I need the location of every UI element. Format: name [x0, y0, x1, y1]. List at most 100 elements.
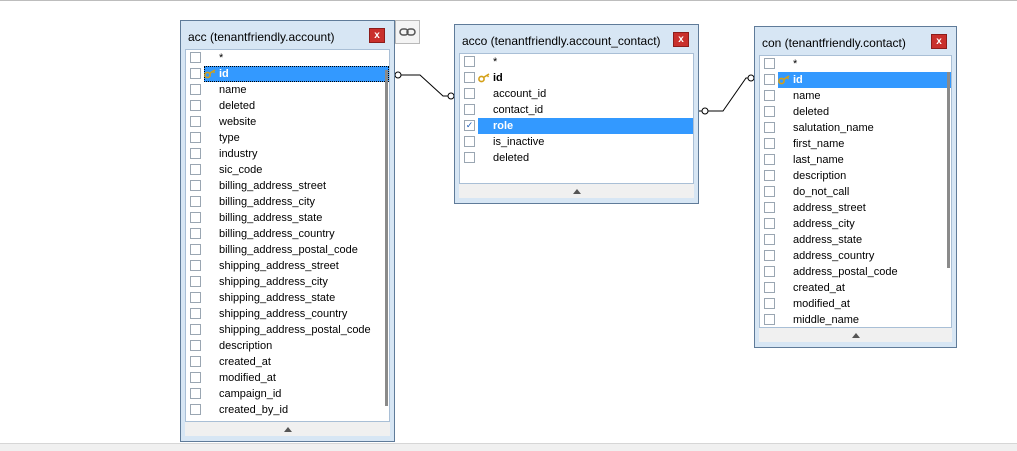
- field-checkbox[interactable]: [190, 276, 201, 287]
- close-button[interactable]: x: [931, 34, 947, 49]
- field-row[interactable]: description: [760, 168, 951, 184]
- field-checkbox[interactable]: [464, 56, 475, 67]
- field-row[interactable]: deleted: [460, 150, 693, 166]
- field-checkbox[interactable]: [764, 74, 775, 85]
- field-checkbox[interactable]: [190, 228, 201, 239]
- field-checkbox[interactable]: [190, 196, 201, 207]
- field-checkbox[interactable]: [764, 218, 775, 229]
- field-checkbox[interactable]: [764, 58, 775, 69]
- field-row[interactable]: shipping_address_state: [186, 290, 389, 306]
- field-checkbox[interactable]: [764, 106, 775, 117]
- field-row[interactable]: website: [186, 114, 389, 130]
- table-header[interactable]: acco (tenantfriendly.account_contact) x: [455, 25, 698, 53]
- scrollbar[interactable]: [383, 50, 389, 421]
- field-checkbox[interactable]: [190, 100, 201, 111]
- field-row[interactable]: name: [760, 88, 951, 104]
- field-row[interactable]: shipping_address_postal_code: [186, 322, 389, 338]
- field-row[interactable]: first_name: [760, 136, 951, 152]
- field-row[interactable]: modified_at: [760, 296, 951, 312]
- field-row[interactable]: description: [186, 338, 389, 354]
- field-row[interactable]: type: [186, 130, 389, 146]
- field-checkbox[interactable]: [464, 152, 475, 163]
- field-list[interactable]: * id account_id contact_id ✓ role is_inactive d…: [459, 53, 694, 184]
- field-row[interactable]: name: [186, 82, 389, 98]
- table-header[interactable]: con (tenantfriendly.contact) x: [755, 27, 956, 55]
- field-row[interactable]: address_state: [760, 232, 951, 248]
- field-checkbox[interactable]: [464, 72, 475, 83]
- field-checkbox[interactable]: [190, 244, 201, 255]
- scrollbar-thumb[interactable]: [947, 72, 950, 268]
- field-checkbox[interactable]: [764, 202, 775, 213]
- field-checkbox[interactable]: [764, 234, 775, 245]
- field-row[interactable]: deleted: [760, 104, 951, 120]
- field-row[interactable]: contact_id: [460, 102, 693, 118]
- field-checkbox[interactable]: [190, 388, 201, 399]
- field-row[interactable]: billing_address_country: [186, 226, 389, 242]
- field-row[interactable]: do_not_call: [760, 184, 951, 200]
- field-row[interactable]: is_inactive: [460, 134, 693, 150]
- field-row[interactable]: *: [186, 50, 389, 66]
- field-checkbox[interactable]: [190, 324, 201, 335]
- close-button[interactable]: x: [369, 28, 385, 43]
- field-row[interactable]: shipping_address_city: [186, 274, 389, 290]
- field-row[interactable]: last_name: [760, 152, 951, 168]
- field-row[interactable]: created_at: [760, 280, 951, 296]
- field-checkbox[interactable]: [190, 308, 201, 319]
- field-checkbox[interactable]: [190, 212, 201, 223]
- field-row[interactable]: billing_address_street: [186, 178, 389, 194]
- field-row[interactable]: industry: [186, 146, 389, 162]
- field-row[interactable]: *: [760, 56, 951, 72]
- scrollbar[interactable]: [945, 56, 951, 327]
- field-checkbox[interactable]: [190, 404, 201, 415]
- field-checkbox[interactable]: [190, 356, 201, 367]
- field-checkbox[interactable]: [764, 298, 775, 309]
- field-checkbox[interactable]: [190, 372, 201, 383]
- field-row[interactable]: id: [460, 70, 693, 86]
- field-checkbox[interactable]: [764, 314, 775, 325]
- field-row[interactable]: ✓ role: [460, 118, 693, 134]
- field-row[interactable]: created_at: [186, 354, 389, 370]
- field-checkbox[interactable]: [190, 148, 201, 159]
- link-button[interactable]: [395, 20, 420, 44]
- field-row[interactable]: address_postal_code: [760, 264, 951, 280]
- field-checkbox[interactable]: [190, 292, 201, 303]
- field-row[interactable]: billing_address_city: [186, 194, 389, 210]
- field-row[interactable]: id: [186, 66, 389, 82]
- field-checkbox[interactable]: [190, 340, 201, 351]
- close-button[interactable]: x: [673, 32, 689, 47]
- field-checkbox[interactable]: [464, 88, 475, 99]
- field-row[interactable]: account_id: [460, 86, 693, 102]
- field-row[interactable]: salutation_name: [760, 120, 951, 136]
- field-row[interactable]: shipping_address_street: [186, 258, 389, 274]
- scroll-down-footer[interactable]: [185, 422, 390, 436]
- field-checkbox[interactable]: [464, 136, 475, 147]
- field-list[interactable]: * id name deleted salutation_name first_name l…: [759, 55, 952, 328]
- field-row[interactable]: shipping_address_country: [186, 306, 389, 322]
- field-checkbox[interactable]: ✓: [464, 120, 475, 131]
- field-checkbox[interactable]: [764, 282, 775, 293]
- field-row[interactable]: address_country: [760, 248, 951, 264]
- field-row[interactable]: billing_address_postal_code: [186, 242, 389, 258]
- table-acc[interactable]: acc (tenantfriendly.account) x * id name de…: [180, 20, 395, 442]
- scroll-down-footer[interactable]: [759, 328, 952, 342]
- field-checkbox[interactable]: [764, 250, 775, 261]
- field-row[interactable]: deleted: [186, 98, 389, 114]
- field-checkbox[interactable]: [764, 170, 775, 181]
- field-row[interactable]: billing_address_state: [186, 210, 389, 226]
- field-checkbox[interactable]: [190, 180, 201, 191]
- field-checkbox[interactable]: [190, 260, 201, 271]
- field-checkbox[interactable]: [764, 266, 775, 277]
- field-checkbox[interactable]: [464, 104, 475, 115]
- scrollbar-thumb[interactable]: [385, 70, 388, 406]
- field-row[interactable]: created_by_id: [186, 402, 389, 418]
- field-checkbox[interactable]: [190, 52, 201, 63]
- field-row[interactable]: sic_code: [186, 162, 389, 178]
- field-checkbox[interactable]: [764, 122, 775, 133]
- field-row[interactable]: campaign_id: [186, 386, 389, 402]
- field-checkbox[interactable]: [190, 68, 201, 79]
- field-row[interactable]: address_street: [760, 200, 951, 216]
- scroll-down-footer[interactable]: [459, 184, 694, 198]
- field-checkbox[interactable]: [190, 164, 201, 175]
- field-row[interactable]: address_city: [760, 216, 951, 232]
- table-con[interactable]: con (tenantfriendly.contact) x * id name de…: [754, 26, 957, 348]
